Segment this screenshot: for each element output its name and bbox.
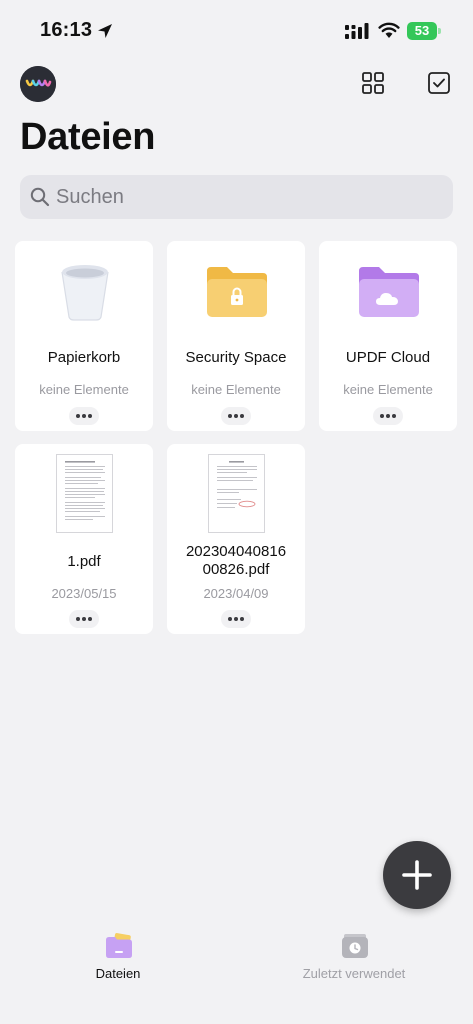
file-name: 202304040816 00826.pdf (185, 543, 287, 578)
plus-icon (402, 860, 432, 890)
file-date: 2023/05/15 (51, 586, 117, 601)
more-options-button[interactable] (373, 407, 403, 425)
cloud-folder-icon (359, 267, 419, 317)
file-name: 1.pdf (67, 553, 101, 570)
status-bar: 16:13 53 (0, 0, 473, 56)
file-card-20230404081600826-pdf[interactable]: 202304040816 00826.pdf 2023/04/09 (167, 444, 305, 634)
select-checkbox-icon[interactable] (427, 71, 451, 95)
battery-level: 53 (407, 22, 437, 40)
trash-bin-icon (61, 265, 109, 321)
folder-card-security-space[interactable]: Security Space keine Elemente (167, 241, 305, 431)
folder-subtitle: keine Elemente (343, 382, 433, 397)
folder-subtitle: keine Elemente (191, 382, 281, 397)
folder-name: UPDF Cloud (345, 349, 431, 366)
search-icon (30, 187, 50, 207)
cellular-signal-icon (345, 23, 369, 39)
pdf-thumbnail (56, 454, 113, 533)
files-tab-icon (106, 933, 132, 958)
more-options-button[interactable] (69, 407, 99, 425)
more-options-button[interactable] (221, 610, 251, 628)
tab-label: Zuletzt verwendet (302, 966, 406, 981)
battery-tip (438, 28, 441, 34)
battery-indicator: 53 (407, 22, 441, 40)
file-card-1-pdf[interactable]: 1.pdf 2023/05/15 (15, 444, 153, 634)
tab-zuletzt-verwendet[interactable]: Zuletzt verwendet (284, 930, 424, 986)
locked-folder-icon (207, 267, 267, 317)
pdf-thumbnail (208, 454, 265, 533)
tab-dateien[interactable]: Dateien (48, 930, 188, 986)
tab-label: Dateien (95, 966, 141, 981)
folder-name: Security Space (185, 349, 287, 366)
wifi-icon (378, 22, 400, 38)
folder-subtitle: keine Elemente (39, 382, 129, 397)
document-preview-icon (65, 461, 105, 520)
search-bar[interactable] (20, 175, 453, 219)
status-time: 16:13 (40, 19, 93, 41)
app-logo-icon (20, 66, 56, 102)
page-title: Dateien (20, 116, 156, 158)
avatar[interactable] (20, 66, 56, 102)
file-date: 2023/04/09 (203, 586, 269, 601)
more-options-button[interactable] (69, 610, 99, 628)
folder-card-trash[interactable]: Papierkorb keine Elemente (15, 241, 153, 431)
grid-view-icon[interactable] (362, 72, 384, 94)
folder-card-updf-cloud[interactable]: UPDF Cloud keine Elemente (319, 241, 457, 431)
recent-tab-icon (342, 934, 368, 958)
location-arrow-icon (98, 24, 112, 38)
folder-name: Papierkorb (47, 349, 121, 366)
more-options-button[interactable] (221, 407, 251, 425)
search-input[interactable] (56, 175, 436, 219)
document-preview-icon (217, 461, 257, 508)
add-button[interactable] (383, 841, 451, 909)
